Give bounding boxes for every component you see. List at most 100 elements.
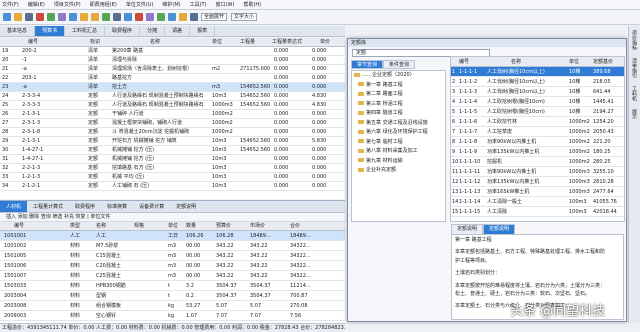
table-row[interactable]: 29 2-1-3-1 定额 开挖石方 机械摊铺 挖方 铺筑 10m3 154652.560… (0, 137, 345, 146)
col-name[interactable]: 名称 (150, 38, 160, 46)
tab-material-summary[interactable]: 工料机汇总 (65, 26, 106, 36)
table-row[interactable]: 24 2-3-3-4 定额 人行道及路缘石 现制混凝土预制块路缘石 10m3 154652… (0, 92, 345, 101)
up-icon[interactable] (80, 13, 88, 21)
table-row[interactable]: 20 -1 清单 清理与拆除 0.000 0.000 (0, 56, 345, 65)
tab-labor-material[interactable]: 人材机 (0, 201, 28, 212)
lower-col-name[interactable]: 名称 (96, 222, 106, 231)
expand-select[interactable]: 全面展开 (201, 13, 228, 21)
table-row[interactable]: 1501005 材料 C15混凝土 m3 00.00 343.22 343.22 34322.… (0, 251, 345, 261)
filter-icon[interactable] (124, 13, 132, 21)
table-row[interactable]: 1501007 材料 C25混凝土 m3 00.00 343.22 343.22 34322.… (0, 271, 345, 281)
table-row[interactable]: 1 1-1-1-1 人工伐树(胸径10cm以上) 10棵 389.68 (451, 67, 624, 77)
table-row[interactable]: 30 1-4-27-1 定额 机械摊铺 挖方 (压) 10m3 154652.560 0.0… (0, 146, 345, 155)
lower-col-qty[interactable]: 数量 (186, 222, 196, 231)
tab-chapter-search[interactable]: 章节查询 (351, 60, 384, 69)
quota-col-name[interactable]: 名称 (511, 57, 521, 67)
menu-tools[interactable]: 工具(T) (190, 1, 207, 8)
lower-col-spec[interactable]: 规格 (134, 222, 144, 231)
menu-help[interactable]: 帮助(H) (243, 1, 261, 8)
tree-node[interactable]: 第三章 桥涵工程 (352, 100, 445, 110)
side-bill-guide[interactable]: 清单指引 (629, 54, 640, 82)
table-row[interactable]: 21 -a 清单 清理现场（含清除表土、划树挖根） m2 271175.000 0.000 0… (0, 65, 345, 74)
report-icon[interactable] (113, 13, 121, 21)
table-row[interactable]: 14 1-1-1-14 人工清除一般土 100m3 41055.76 (451, 197, 624, 207)
table-row[interactable]: 28 2-3-1-8 定额 斗 脊混凝土20cm沉淀 挖掘机铺砌 1000m2 0.000… (0, 128, 345, 137)
tree-node[interactable]: 第二章 路面工程 (352, 90, 445, 100)
lock-icon[interactable] (179, 13, 187, 21)
col-flag[interactable]: 标识 (90, 38, 100, 46)
tree-node[interactable]: 第四章 隧道工程 (352, 109, 445, 119)
add-icon[interactable] (47, 13, 55, 21)
table-row[interactable]: 2003008 材料 组合钢模板 kg 53.27 5.07 5.07 270.08 (0, 301, 345, 311)
menu-window[interactable]: 窗口(W) (216, 1, 235, 8)
table-row[interactable]: 9 1-1-1-9 功率135kW以内推土机 1000m2 180.25 (451, 147, 624, 157)
table-row[interactable]: 1501006 材料 C20混凝土 m3 00.00 343.22 343.22 34322.… (0, 261, 345, 271)
table-row[interactable]: 2 1-1-1-2 人工伐树(胸径10cm以上) 10棵 218.05 (451, 77, 624, 87)
tab-basic-info[interactable]: 基本信息 (0, 26, 36, 36)
table-row[interactable]: 1001001 人工 人工 工日 106.26 106.28 18489... 18489..… (0, 231, 345, 241)
font-size-select[interactable]: 文字大小 (231, 13, 258, 21)
table-row[interactable]: 8 1-1-1-8 功率90kW以内推土机 1000m2 221.20 (451, 137, 624, 147)
col-expr[interactable]: 工程量表达式 (272, 38, 302, 46)
refresh-icon[interactable] (157, 13, 165, 21)
lower-col-type[interactable]: 类型 (70, 222, 80, 231)
down-icon[interactable] (91, 13, 99, 21)
menu-maintain[interactable]: 维护(M) (162, 1, 180, 8)
flag-icon[interactable] (135, 13, 143, 21)
lower-col-market[interactable]: 市场价 (250, 222, 265, 231)
menu-fee[interactable]: 即费用经(E) (90, 1, 117, 8)
tab-report[interactable]: 报表 (190, 26, 216, 36)
tab-fee-program[interactable]: 取费程序 (105, 26, 141, 36)
quota-col-unit[interactable]: 单位 (569, 57, 579, 67)
table-row[interactable]: 5 1-1-1-5 人工砍挖树根(胸径10cm) 10棵 2194.27 (451, 107, 624, 117)
table-row[interactable]: 23 -a 清单 挖土方 m3 154652.560 0.000 0.000 (0, 83, 345, 92)
lower-toolbar[interactable]: 插入 添加 删除 查询 筛选 补充 恢复 | 单位文件 (0, 213, 345, 222)
quota-col-code[interactable]: 编号 (459, 57, 469, 67)
menu-edit[interactable]: 编辑(E) (28, 1, 45, 8)
new-icon[interactable] (3, 13, 11, 21)
col-qty[interactable]: 工程量 (240, 38, 255, 46)
table-row[interactable]: 22 203-1 清单 路基挖方 0.000 0.000 (0, 74, 345, 83)
table-row[interactable]: 15 1-1-1-15 人工清除 100m3 42018.44 (451, 207, 624, 217)
table-row[interactable]: 2009003 材料 空心钢钎 kg 1.07 7.07 7.07 7.56 (0, 311, 345, 321)
tree-node[interactable]: 企业补充定额 (352, 166, 445, 176)
calculate-icon[interactable] (102, 13, 110, 21)
table-row[interactable]: 32 2-2-1-3 定额 挖填路基 石方 (压) 10m3 0.000 0.000 (0, 164, 345, 173)
table-row[interactable]: 13 1-1-1-13 功率165kW推土机 1000m3 2477.64 (451, 187, 624, 197)
tab-quota-desc[interactable]: 定额说明 (170, 201, 202, 212)
col-unit[interactable]: 单位 (212, 38, 222, 46)
table-row[interactable]: 1503033 材料 HPB300钢筋 t 3.2 3504.37 3504.37 11214… (0, 281, 345, 291)
paste-icon[interactable] (69, 13, 77, 21)
side-hint[interactable]: 提示 (629, 105, 640, 123)
table-row[interactable]: 25 2-3-3-3 定额 人行道及路缘石 现制混凝土预制块路缘石 1000m3 1546… (0, 101, 345, 110)
lower-col-budget[interactable]: 预算价 (216, 222, 231, 231)
col-price[interactable]: 单价 (320, 38, 330, 46)
table-row[interactable]: 1001002 材料 M7.5砂浆 m3 00.00 343.22 343.22 34322.… (0, 241, 345, 251)
lower-col-total[interactable]: 合价 (290, 222, 300, 231)
col-code[interactable]: 编号 (28, 38, 38, 46)
search-icon[interactable] (168, 13, 176, 21)
tab-fee-calc[interactable]: 取费程序 (69, 201, 101, 212)
table-row[interactable]: 7 1-1-1-7 人工挖草皮 1000m2 2050.43 (451, 127, 624, 137)
table-row[interactable]: 11 1-1-1-11 功率90kW以内推土机 1000m3 3255.10 (451, 167, 624, 177)
settings-icon[interactable] (146, 13, 154, 21)
tree-node[interactable]: ……企业定额（2020） (352, 71, 445, 81)
tab-allocation[interactable]: 分摊 (140, 26, 166, 36)
table-row[interactable]: 26 2-1-3-1 定额 干铺碎 人行道 1000m2 0.000 0.000 (0, 110, 345, 119)
open-icon[interactable] (14, 13, 22, 21)
tree-node[interactable]: 第九章 材料运输 (352, 157, 445, 167)
tree-node[interactable]: 第六章 绿化及环境保护工程 (352, 128, 445, 138)
side-cost-index[interactable]: 造价指标 (629, 26, 640, 54)
delete-icon[interactable] (36, 13, 44, 21)
tree-node[interactable]: 第五章 交通工程及沿线设施 (352, 119, 445, 129)
quota-col-price[interactable]: 定额基价 (593, 57, 613, 67)
table-row[interactable]: 12 1-1-1-12 功率135kW以内推土机 1000m3 2810.28 (451, 177, 624, 187)
menu-file[interactable]: 文件(F) (2, 1, 19, 8)
print-icon[interactable] (190, 13, 198, 21)
tab-equipment[interactable]: 设备费计算 (133, 201, 170, 212)
table-row[interactable]: 31 1-4-27-1 定额 机械摊铺 挖方 (压) 10m3 0.000 0.000 (0, 155, 345, 164)
tab-qty-formula[interactable]: 工程量计算式 (27, 201, 69, 212)
table-row[interactable]: 3 1-1-1-3 人工伐树(胸径10cm以上) 10棵 641.44 (451, 87, 624, 97)
tab-adjust[interactable]: 调差 (165, 26, 191, 36)
side-labor-material[interactable]: 工料机 (629, 82, 640, 105)
